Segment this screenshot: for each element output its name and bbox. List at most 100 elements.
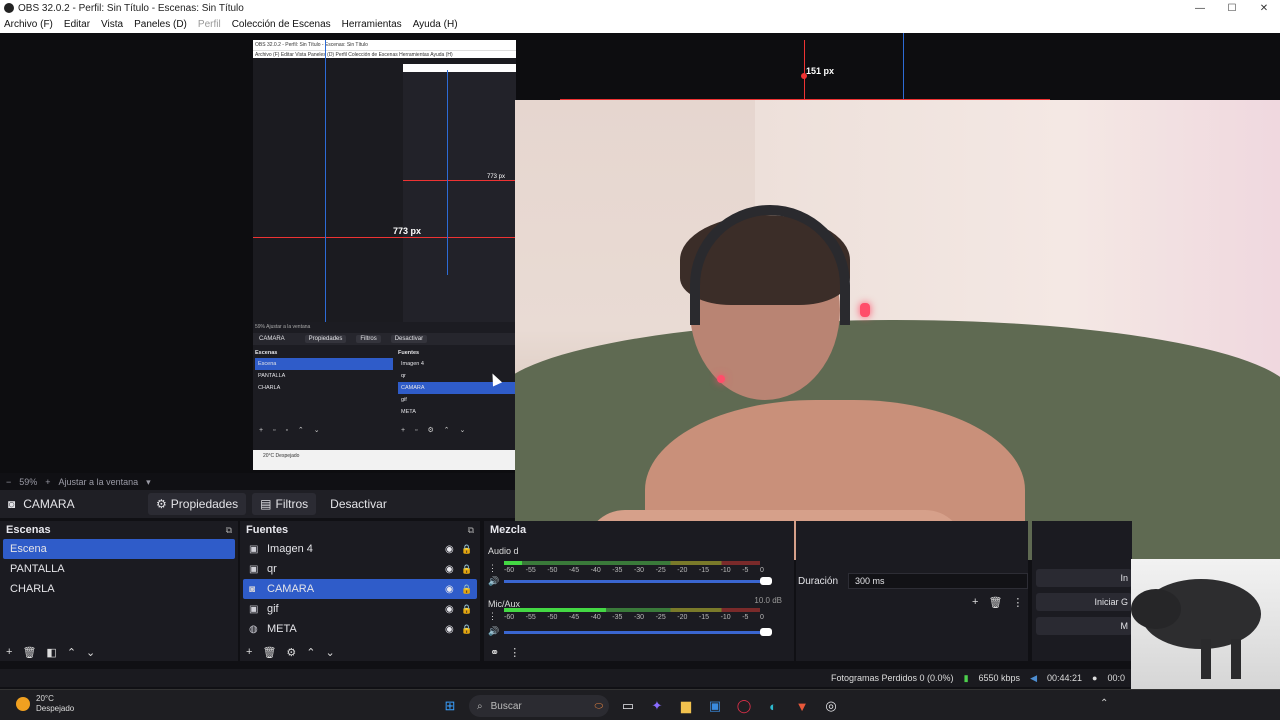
trash-icon[interactable]: 🗑 [22,646,36,659]
meter-scale-tick: -35 [612,614,623,621]
webcam-source[interactable] [515,100,1280,560]
source-item-camara[interactable]: ◙ CAMARA ◉ 🔒 [243,579,477,599]
close-icon[interactable]: ✕ [1248,3,1280,14]
lock-icon[interactable]: 🔒 [461,564,477,575]
duration-field[interactable]: 300 ms [848,573,1029,589]
speaker-icon[interactable]: 🔊 [488,626,499,637]
menu-coleccion-escenas[interactable]: Colección de Escenas [228,19,335,30]
properties-button[interactable]: ⚙ Propiedades [148,493,247,515]
zoom-in-icon[interactable]: + [45,477,50,487]
kebab-menu-icon[interactable]: ⋮ [488,611,497,622]
source-item-qr[interactable]: ▣ qr ◉ 🔒 [243,559,477,579]
edge-icon[interactable]: ◐ [763,696,783,716]
move-down-icon[interactable]: ⌄ [86,646,95,659]
brave-icon[interactable]: ▼ [792,696,812,716]
lock-icon[interactable]: 🔒 [461,604,477,615]
tray-chevron-icon[interactable]: ⌃ [1100,698,1108,709]
eye-icon[interactable]: ◉ [445,604,461,615]
filters-button[interactable]: ▤ Filtros [252,493,317,515]
menu-paneles[interactable]: Paneles (D) [130,19,191,30]
windows-start-icon[interactable]: ⊞ [440,696,460,716]
eye-icon[interactable]: ◉ [445,544,461,555]
slider-knob[interactable] [760,628,772,636]
add-icon[interactable]: + [972,596,978,608]
maximize-icon[interactable]: ☐ [1216,3,1248,14]
add-scene-icon[interactable]: + [6,646,12,658]
start-record-button[interactable]: Iniciar G [1036,593,1132,611]
copilot-icon[interactable]: ✦ [647,696,667,716]
link-icon[interactable]: ⚭ [490,646,499,659]
headphone-led [860,303,870,317]
source-label: gif [267,603,279,615]
start-stream-button[interactable]: In [1036,569,1132,587]
audio-mixer-dock: Mezcla Audio d -60 -55 -50 -45 -40 -35 -30 -25-… [484,521,794,661]
lock-icon[interactable]: 🔒 [461,624,477,635]
zoom-out-icon[interactable]: − [6,477,11,487]
undock-icon[interactable]: ⧉ [226,525,232,536]
search-icon: ⌕ [477,700,483,712]
move-up-icon[interactable]: ⌃ [67,646,76,659]
sun-icon [16,697,30,711]
source-item-gif[interactable]: ▣ gif ◉ 🔒 [243,599,477,619]
menu-ayuda[interactable]: Ayuda (H) [409,19,462,30]
gear-icon[interactable]: ⚙ [286,646,296,659]
mode-button[interactable]: M [1036,617,1132,635]
lock-icon[interactable]: 🔒 [461,544,477,555]
nested-source-item: gif [401,397,407,403]
meter-scale-tick: -20 [677,614,688,621]
meter-scale-tick: 0 [759,614,764,621]
lock-icon[interactable]: 🔒 [461,584,477,595]
kebab-menu-icon[interactable]: ⋮ [1012,596,1023,609]
volume-slider[interactable] [504,628,772,636]
fit-to-window[interactable]: Ajustar a la ventana [59,477,139,487]
menu-editar[interactable]: Editar [60,19,94,30]
eye-icon[interactable]: ◉ [445,564,461,575]
nested-title: OBS 32.0.2 - Perfil: Sin Título - Escena… [253,40,516,50]
source-context-bar: ◙ CAMARA ⚙ Propiedades ▤ Filtros Desacti… [0,490,515,518]
search-input[interactable]: ⌕ Buscar ⬭ [469,695,609,717]
slider-knob[interactable] [760,577,772,585]
nested-deactivate: Desactivar [390,335,428,343]
scene-item-pantalla[interactable]: PANTALLA [3,559,235,579]
minimize-icon[interactable]: — [1184,3,1216,14]
menu-perfil[interactable]: Perfil [194,19,225,30]
task-view-icon[interactable]: ▭ [618,696,638,716]
obs-taskbar-icon[interactable]: ◎ [821,696,841,716]
chevron-down-icon[interactable]: ▾ [146,477,151,488]
menu-vista[interactable]: Vista [97,19,127,30]
filter-icon[interactable]: ◧ [46,646,56,659]
speaker-icon[interactable]: 🔊 [488,576,499,587]
source-item-imagen4[interactable]: ▣ Imagen 4 ◉ 🔒 [243,539,477,559]
eye-icon[interactable]: ◉ [445,584,461,595]
meter-scale-tick: -20 [677,567,688,574]
menu-herramientas[interactable]: Herramientas [338,19,406,30]
scene-item-escena[interactable]: Escena [3,539,235,559]
store-icon[interactable]: ▣ [705,696,725,716]
trash-icon[interactable]: 🗑 [988,596,1002,609]
pig-leg [1231,639,1241,679]
source-label: qr [267,563,277,575]
add-source-icon[interactable]: + [246,646,252,658]
source-item-meta[interactable]: ◍ META ◉ 🔒 [243,619,477,639]
opera-icon[interactable]: ◯ [734,696,754,716]
nested-source-item: Imagen 4 [401,361,424,367]
deactivate-button[interactable]: Desactivar [322,493,395,515]
camera-icon: ◙ [8,497,16,511]
move-up-icon[interactable]: ⌃ [306,646,315,659]
undock-icon[interactable]: ⧉ [468,525,474,536]
channel-db: 10.0 dB [754,596,782,605]
scene-item-charla[interactable]: CHARLA [3,579,235,599]
search-highlight-icon: ⬭ [594,700,603,712]
volume-slider[interactable] [504,577,772,585]
file-explorer-icon[interactable]: ▆ [676,696,696,716]
move-down-icon[interactable]: ⌄ [326,646,335,659]
filters-label: Filtros [275,497,309,511]
eye-icon[interactable]: ◉ [445,624,461,635]
kebab-menu-icon[interactable]: ⋮ [509,646,520,659]
menu-archivo[interactable]: Archivo (F) [0,19,57,30]
trash-icon[interactable]: 🗑 [262,646,276,659]
meter-scale-tick: -35 [612,567,623,574]
kebab-menu-icon[interactable]: ⋮ [488,563,497,574]
weather-widget[interactable]: 20°C Despejado [16,694,74,714]
scenes-header: Escenas [6,524,51,536]
